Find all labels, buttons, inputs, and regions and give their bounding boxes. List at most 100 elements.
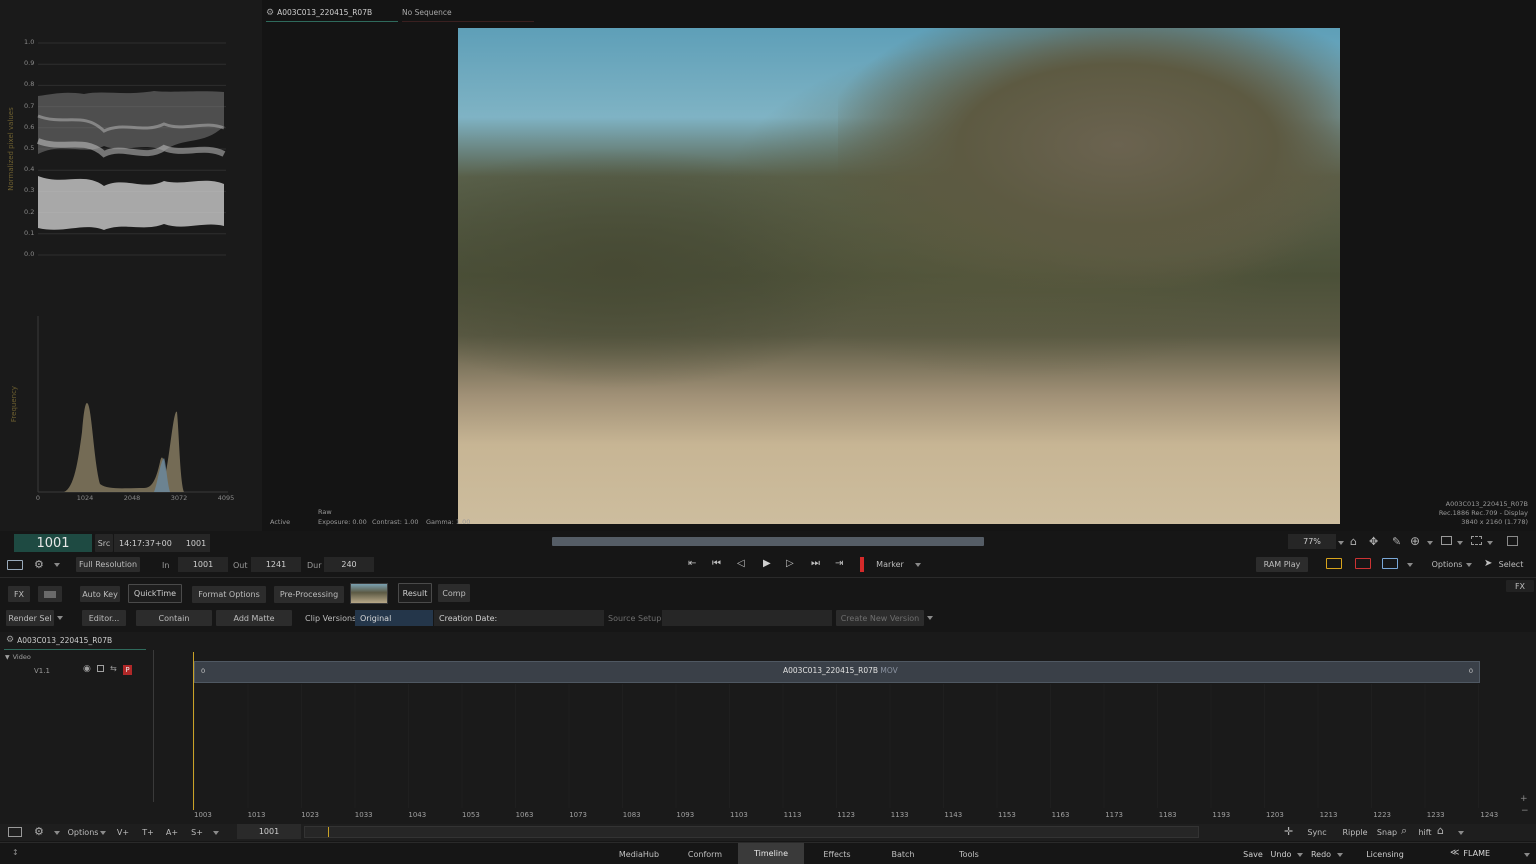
fx-button[interactable]: FX [8,586,30,602]
nav-tab-tools[interactable]: Tools [936,843,1002,864]
zoom-in-icon[interactable]: + [1520,794,1528,804]
chevron-down-icon[interactable] [1337,853,1343,857]
out-field[interactable]: 1241 [251,557,301,572]
nav-tab-timeline[interactable]: Timeline [738,843,804,864]
scrub-bar[interactable] [552,537,984,546]
add-video-track-button[interactable]: V+ [114,825,132,840]
overwrite-edit-icon[interactable] [1355,558,1371,569]
home-icon[interactable]: ⌂ [1350,535,1357,548]
chevron-down-icon[interactable] [1457,541,1463,545]
chevron-down-icon[interactable] [1524,853,1530,857]
format-options-tab[interactable]: Format Options [192,586,266,603]
viewer-image[interactable] [458,28,1340,524]
source-setup-field[interactable] [662,610,832,626]
clip-versions-field[interactable]: Original [355,610,433,626]
replace-edit-icon[interactable] [1382,558,1398,569]
prev-edit-icon[interactable]: ⏮ [712,558,721,569]
zoom-field[interactable]: 77% [1288,534,1336,549]
full-resolution-button[interactable]: Full Resolution [76,557,140,572]
nav-tab-batch[interactable]: Batch [870,843,936,864]
cursor-icon[interactable]: ➤ [1484,558,1492,569]
auto-key-button[interactable]: Auto Key [80,586,120,602]
thumbnail-toggle[interactable] [38,586,62,602]
nav-tab-effects[interactable]: Effects [804,843,870,864]
crosshair-icon[interactable]: ✛ [1284,825,1293,838]
eye-icon[interactable]: ◉ [83,664,91,674]
ram-play-button[interactable]: RAM Play [1256,557,1308,572]
shift-button[interactable]: hift [1416,825,1434,840]
timecode-field[interactable]: 14:17:37+00 1001 [114,534,210,552]
clip-thumbnail[interactable] [350,583,388,604]
gear-icon[interactable]: ⚙ [34,558,44,571]
add-text-track-button[interactable]: T+ [139,825,157,840]
chevron-down-icon[interactable] [100,831,106,835]
chevron-down-icon[interactable] [54,831,60,835]
fullscreen-icon[interactable] [1507,536,1518,546]
timeline-options-button[interactable]: Options [66,825,100,840]
fx-right-button[interactable]: FX [1506,580,1534,592]
select-button[interactable]: Select [1496,557,1526,572]
eyedropper-icon[interactable]: ✎ [1392,535,1401,548]
track-header[interactable]: V1.1 ◉ ⇆ P [4,664,152,678]
home-icon[interactable]: ⌂ [1437,824,1444,837]
quicktime-tab[interactable]: QuickTime [128,584,182,603]
timeline-view-icon[interactable] [8,827,22,837]
in-field[interactable]: 1001 [178,557,228,572]
create-new-version-button[interactable]: Create New Version [836,610,924,626]
expand-icon[interactable]: ↕ [12,848,19,857]
timeline-clip[interactable]: 0 A003C013_220415_R07B MOV 0 [194,661,1480,683]
link-icon[interactable]: ⇆ [110,664,117,673]
zoom-out-icon[interactable]: − [1521,806,1529,816]
step-back-icon[interactable]: ◁ [737,558,745,569]
chevron-down-icon[interactable] [1466,563,1472,567]
gear-icon[interactable]: ⚙ [34,825,44,838]
overlay-icon[interactable] [1471,536,1482,545]
insert-edit-icon[interactable] [1326,558,1342,569]
video-group[interactable]: ▼ Video [5,653,31,661]
tab-clip[interactable]: ⚙ A003C013_220415_R07B [266,4,398,22]
chevron-down-icon[interactable] [1338,541,1344,545]
add-audio-track-button[interactable]: A+ [163,825,181,840]
render-sel-button[interactable]: Render Sel [6,610,54,626]
chevron-down-icon[interactable] [213,831,219,835]
view-mode-icon[interactable] [1441,536,1452,545]
step-forward-icon[interactable]: ▷ [786,558,794,569]
record-marker[interactable] [860,557,864,572]
play-icon[interactable]: ▶ [763,558,771,569]
marker-button[interactable]: Marker [868,557,912,572]
crosshair-icon[interactable]: ⊕ [1410,534,1420,548]
chevron-down-icon[interactable] [57,616,63,620]
move-icon[interactable]: ✥ [1369,535,1378,548]
current-frame-field[interactable]: 1001 [237,824,301,839]
snap-button[interactable]: Snap [1376,825,1398,840]
result-tab[interactable]: Result [398,583,432,603]
timeline-scrollbar[interactable] [304,826,1199,838]
sync-button[interactable]: Sync [1304,825,1330,840]
comp-tab[interactable]: Comp [438,584,470,602]
chevron-down-icon[interactable] [1427,541,1433,545]
licensing-button[interactable]: Licensing [1362,846,1408,862]
search-icon[interactable]: ⌕ [1401,824,1407,838]
chevron-down-icon[interactable] [915,563,921,567]
nav-tab-mediahub[interactable]: MediaHub [606,843,672,864]
save-button[interactable]: Save [1240,846,1266,862]
tab-sequence[interactable]: No Sequence [402,4,534,22]
chevron-down-icon[interactable] [1458,831,1464,835]
chevron-down-icon[interactable] [54,563,60,567]
chevron-down-icon[interactable] [1407,563,1413,567]
options-button[interactable]: Options [1430,557,1464,572]
chevron-down-icon[interactable] [927,616,933,620]
chevron-down-icon[interactable] [1297,853,1303,857]
go-to-start-icon[interactable]: ⇤ [688,558,696,569]
lock-icon[interactable] [97,665,104,672]
nav-tab-conform[interactable]: Conform [672,843,738,864]
ruler[interactable]: 1003 1013 1023 1033 1043 1053 1063 1073 1083 1093… [194,808,1514,824]
chevron-down-icon[interactable] [1487,541,1493,545]
go-to-end-icon[interactable]: ⇥ [835,558,843,569]
add-matte-button[interactable]: Add Matte [216,610,292,626]
add-subtitle-track-button[interactable]: S+ [188,825,206,840]
primary-track-badge[interactable]: P [123,665,132,675]
editor-button[interactable]: Editor... [82,610,126,626]
dur-field[interactable]: 240 [324,557,374,572]
viewer-area[interactable]: ⚙ A003C013_220415_R07B No Sequence Activ… [262,0,1536,531]
